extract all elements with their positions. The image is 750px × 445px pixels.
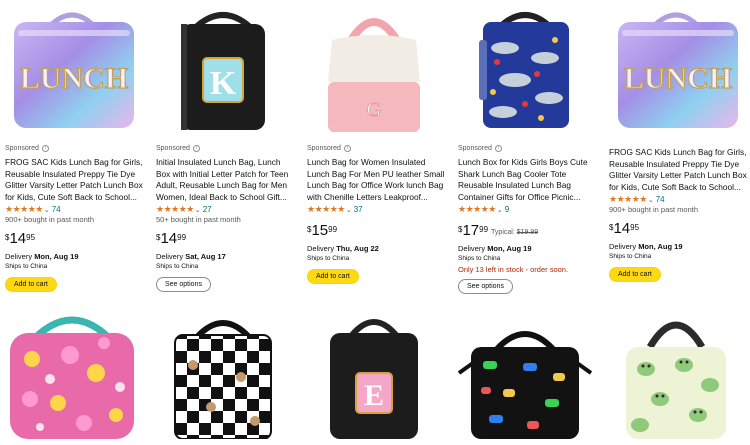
bought-count: 50+ bought in past month xyxy=(156,215,241,224)
add-to-cart-button[interactable]: Add to cart xyxy=(307,269,359,284)
ships-to: Ships to China xyxy=(156,263,199,270)
product-image-black-e-bag[interactable]: E xyxy=(302,303,446,439)
ships-to: Ships to China xyxy=(5,263,48,270)
price-fraction: 95 xyxy=(630,223,640,232)
product-title[interactable]: FROG SAC Kids Lunch Bag for Girls, Reusa… xyxy=(609,147,749,193)
price-whole: 14 xyxy=(9,230,27,247)
price-whole: 14 xyxy=(613,220,631,237)
sponsored-label[interactable]: Sponsored i xyxy=(458,143,598,153)
product-title[interactable]: Lunch Bag for Women Insulated Lunch Bag … xyxy=(307,157,447,203)
product-image-frog-bag[interactable] xyxy=(604,303,748,439)
stock-warning: Only 13 left in stock - order soon. xyxy=(458,265,569,274)
see-options-button[interactable]: See options xyxy=(458,279,513,294)
ships-to: Ships to China xyxy=(458,255,501,262)
delivery-info: Delivery Thu, Aug 22 xyxy=(307,244,379,253)
star-rating-icon: ★★★★★ xyxy=(5,204,43,214)
price[interactable]: $ 15 99 xyxy=(307,223,447,241)
price-fraction: 99 xyxy=(177,233,187,242)
product-image-shark-bag[interactable] xyxy=(453,0,597,136)
rating-row[interactable]: ★★★★★ ⌄ 27 xyxy=(156,204,296,215)
info-icon[interactable]: i xyxy=(343,144,351,152)
review-count[interactable]: 9 xyxy=(505,205,509,214)
k-letter: K xyxy=(210,65,237,102)
lunch-patch-text: LUNCH xyxy=(20,62,128,95)
star-rating-icon: ★★★★★ xyxy=(458,204,496,214)
product-title[interactable]: Initial Insulated Lunch Bag, Lunch Box w… xyxy=(156,157,296,203)
product-title[interactable]: FROG SAC Kids Lunch Bag for Girls, Reusa… xyxy=(5,157,145,203)
product-grid: LUNCH K G LUNCH Sponsored i FROG SAC Kid… xyxy=(0,0,750,445)
chevron-down-icon[interactable]: ⌄ xyxy=(346,206,352,214)
typical-price: Typical: $19.99 xyxy=(491,229,539,236)
chevron-down-icon[interactable]: ⌄ xyxy=(44,206,50,214)
product-image-cream-pink-bag[interactable]: G xyxy=(302,0,446,136)
g-letter: G xyxy=(367,99,381,121)
product-image-gaming-bag[interactable] xyxy=(453,303,597,439)
bought-count: 900+ bought in past month xyxy=(609,205,699,214)
delivery-info: Delivery Mon, Aug 19 xyxy=(5,252,79,261)
price-whole: 14 xyxy=(160,230,178,247)
ships-to: Ships to China xyxy=(307,255,350,262)
star-rating-icon: ★★★★★ xyxy=(609,194,647,204)
price[interactable]: $ 17 99 Typical: $19.99 xyxy=(458,223,598,241)
bought-count: 900+ bought in past month xyxy=(5,215,95,224)
price-fraction: 95 xyxy=(26,233,36,242)
review-count[interactable]: 74 xyxy=(656,195,665,204)
sponsored-label[interactable]: Sponsored i xyxy=(307,143,447,153)
price-whole: 17 xyxy=(462,222,480,239)
info-icon[interactable]: i xyxy=(192,144,200,152)
rating-row[interactable]: ★★★★★ ⌄ 74 xyxy=(609,194,749,205)
info-icon[interactable]: i xyxy=(494,144,502,152)
chevron-down-icon[interactable]: ⌄ xyxy=(497,206,503,214)
chevron-down-icon[interactable]: ⌄ xyxy=(195,206,201,214)
delivery-info: Delivery Mon, Aug 19 xyxy=(609,242,683,251)
price[interactable]: $ 14 99 xyxy=(156,231,296,249)
price-whole: 15 xyxy=(311,222,329,239)
product-image-lunch-bag-tie-dye[interactable]: LUNCH xyxy=(0,0,144,136)
review-count[interactable]: 27 xyxy=(203,205,212,214)
add-to-cart-button[interactable]: Add to cart xyxy=(5,277,57,292)
delivery-info: Delivery Sat, Aug 17 xyxy=(156,252,226,261)
product-image-lunch-bag-tie-dye[interactable]: LUNCH xyxy=(604,0,748,136)
see-options-button[interactable]: See options xyxy=(156,277,211,292)
price[interactable]: $ 14 95 xyxy=(5,231,145,249)
delivery-info: Delivery Mon, Aug 19 xyxy=(458,244,532,253)
rating-row[interactable]: ★★★★★ ⌄ 74 xyxy=(5,204,145,215)
chevron-down-icon[interactable]: ⌄ xyxy=(648,196,654,204)
sponsored-label[interactable]: Sponsored i xyxy=(156,143,296,153)
price[interactable]: $ 14 95 xyxy=(609,221,749,239)
add-to-cart-button[interactable]: Add to cart xyxy=(609,267,661,282)
price-fraction: 99 xyxy=(328,225,338,234)
info-icon[interactable]: i xyxy=(41,144,49,152)
price-fraction: 99 xyxy=(479,225,489,234)
product-image-black-k-bag[interactable]: K xyxy=(151,0,295,136)
product-image-floral-bag[interactable] xyxy=(0,303,144,439)
sponsored-label[interactable]: Sponsored i xyxy=(5,143,145,153)
review-count[interactable]: 37 xyxy=(354,205,363,214)
product-image-checker-cat-bag[interactable] xyxy=(151,303,295,439)
star-rating-icon: ★★★★★ xyxy=(307,204,345,214)
e-letter: E xyxy=(364,379,384,412)
product-title[interactable]: Lunch Box for Kids Girls Boys Cute Shark… xyxy=(458,157,598,203)
rating-row[interactable]: ★★★★★ ⌄ 37 xyxy=(307,204,447,215)
lunch-patch-text: LUNCH xyxy=(624,62,732,95)
ships-to: Ships to China xyxy=(609,253,652,260)
review-count[interactable]: 74 xyxy=(52,205,61,214)
rating-row[interactable]: ★★★★★ ⌄ 9 xyxy=(458,204,598,215)
star-rating-icon: ★★★★★ xyxy=(156,204,194,214)
